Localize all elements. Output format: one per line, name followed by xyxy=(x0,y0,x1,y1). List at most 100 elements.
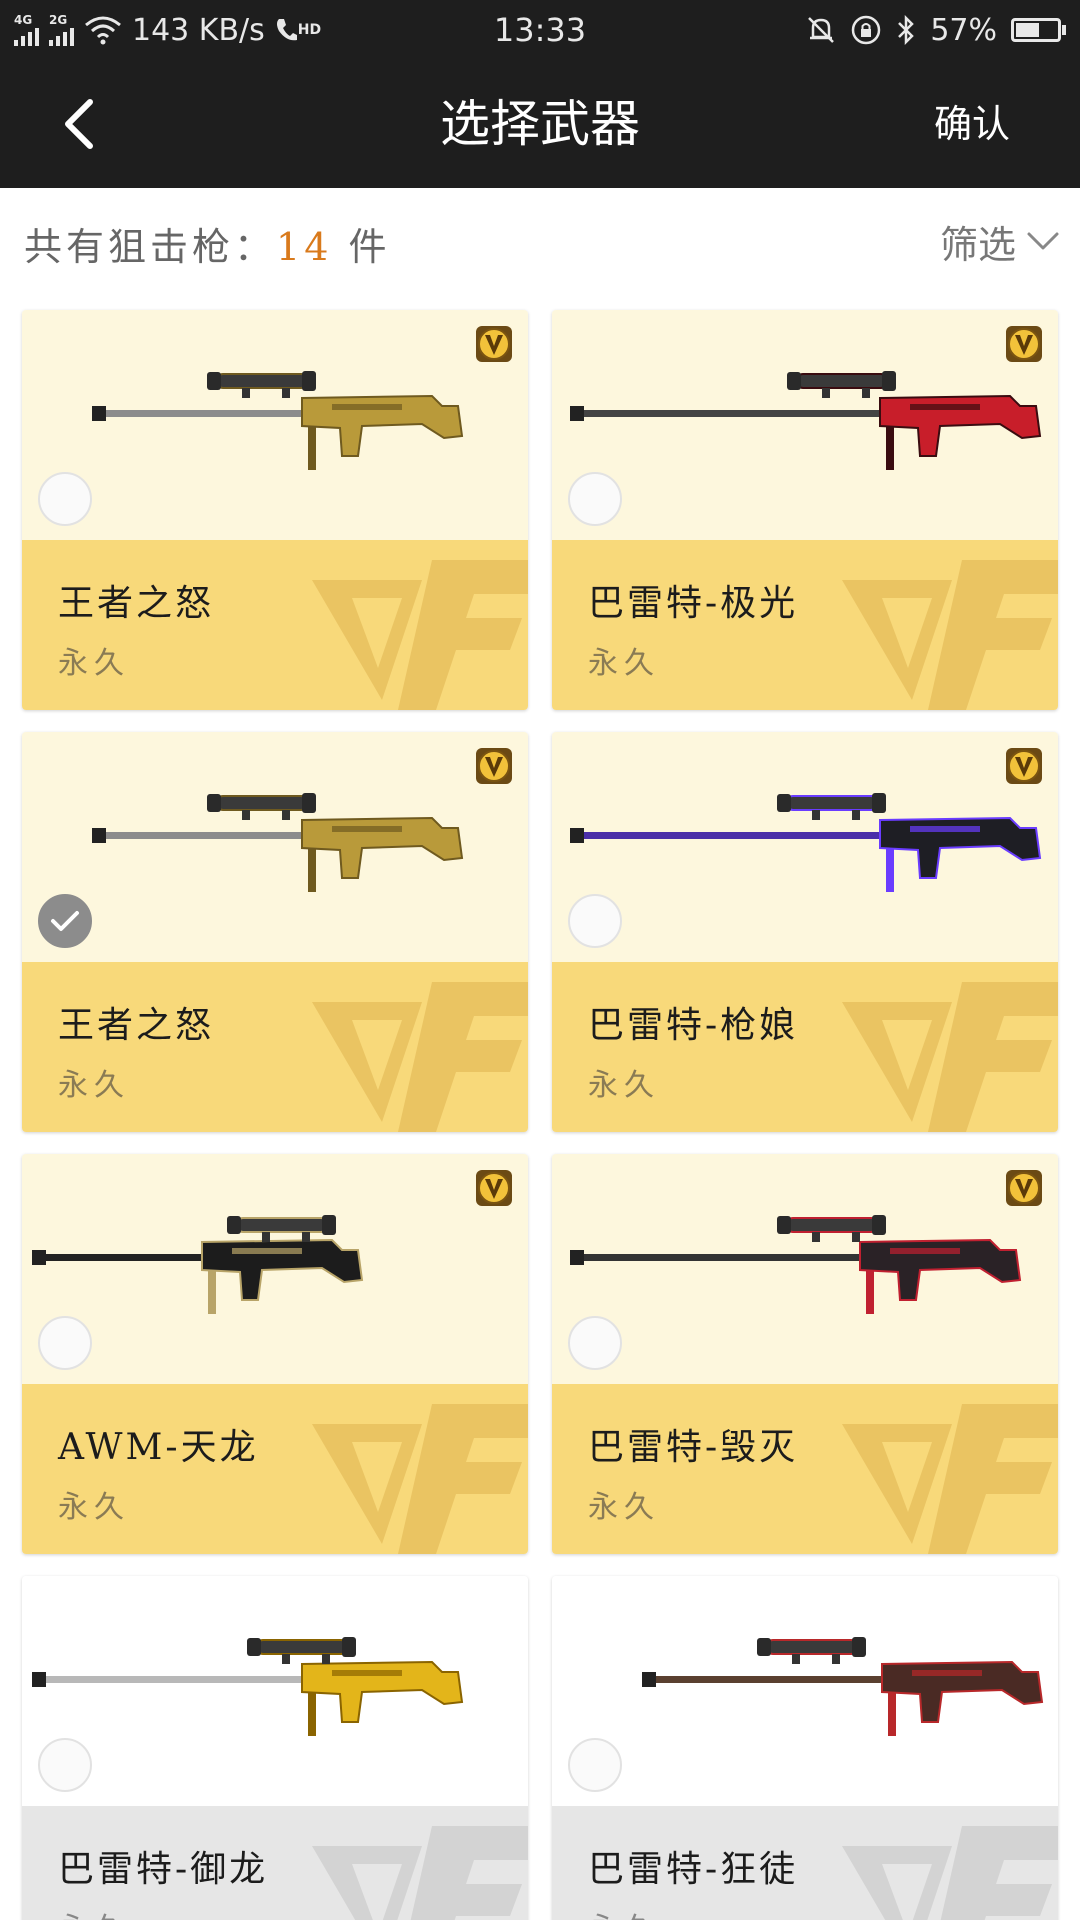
weapon-name: 巴雷特-极光 xyxy=(588,583,799,624)
filter-row: 共有狙击枪：14 件 筛选 xyxy=(0,188,1080,298)
weapon-name: 王者之怒 xyxy=(58,583,215,624)
confirm-button[interactable]: 确认 xyxy=(934,94,1010,154)
weapon-info-area: 巴雷特-狂徒 永久 xyxy=(552,1806,1058,1920)
cf-watermark-icon xyxy=(842,560,1058,710)
weapon-name: 巴雷特-枪娘 xyxy=(588,1005,799,1046)
back-button[interactable] xyxy=(40,84,120,164)
weapon-info-area: 王者之怒 永久 xyxy=(22,540,528,710)
weapon-card[interactable]: 巴雷特-枪娘 永久 xyxy=(552,732,1058,1132)
weapon-info-area: AWM-天龙 永久 xyxy=(22,1384,528,1554)
cf-watermark-icon xyxy=(842,982,1058,1132)
cf-watermark-icon xyxy=(842,1404,1058,1554)
weapon-name: 王者之怒 xyxy=(58,1005,215,1046)
filter-button[interactable]: 筛选 xyxy=(940,214,1060,269)
weapon-name: 巴雷特-狂徒 xyxy=(588,1849,799,1890)
weapon-card[interactable]: 王者之怒 永久 xyxy=(22,310,528,710)
red-black-rifle-icon xyxy=(642,1637,1044,1736)
weapon-duration: 永久 xyxy=(58,1490,130,1525)
filter-label: 筛选 xyxy=(939,223,1016,267)
hd-label: HD xyxy=(297,22,322,38)
dark-red-sniper-rifle-icon xyxy=(570,1215,1022,1314)
black-awm-rifle-icon xyxy=(32,1215,364,1314)
weapon-duration: 永久 xyxy=(58,646,130,681)
mute-bell-icon xyxy=(808,17,835,43)
vip-badge-icon xyxy=(1006,1170,1042,1206)
weapon-name: 巴雷特-毁灭 xyxy=(588,1427,799,1468)
vip-badge-icon xyxy=(476,748,512,784)
cf-watermark-icon xyxy=(842,1826,1058,1920)
checkmark-icon xyxy=(51,911,79,931)
weapon-image-area xyxy=(552,1576,1058,1806)
weapon-info-area: 巴雷特-极光 永久 xyxy=(552,540,1058,710)
wifi-icon xyxy=(85,16,121,45)
weapon-duration: 永久 xyxy=(588,1490,660,1525)
weapon-card[interactable]: 巴雷特-御龙 永久 xyxy=(22,1576,528,1920)
weapon-duration: 永久 xyxy=(588,1904,660,1920)
select-radio[interactable] xyxy=(38,894,92,948)
weapon-info-area: 巴雷特-毁灭 永久 xyxy=(552,1384,1058,1554)
status-right: 57% xyxy=(806,8,1066,52)
weapon-image-area xyxy=(552,732,1058,962)
battery-icon xyxy=(1011,18,1066,42)
weapon-info-area: 王者之怒 永久 xyxy=(22,962,528,1132)
weapon-card[interactable]: 王者之怒 永久 xyxy=(22,732,528,1132)
gold-dragon-rifle-icon xyxy=(32,1637,464,1736)
gold-sniper-rifle-icon xyxy=(92,793,464,892)
select-radio[interactable] xyxy=(38,472,92,526)
red-sniper-rifle-icon xyxy=(570,371,1042,470)
battery-percent: 57% xyxy=(930,12,997,48)
weapon-count: 共有狙击枪：14 件 xyxy=(24,216,390,271)
weapon-image-area xyxy=(22,1154,528,1384)
chevron-down-icon xyxy=(1027,232,1059,249)
purple-sniper-rifle-icon xyxy=(570,793,1042,892)
weapon-duration: 永久 xyxy=(58,1068,130,1103)
chevron-left-icon xyxy=(65,99,93,149)
signal-2g-icon: 2G xyxy=(49,14,74,46)
weapon-card[interactable]: 巴雷特-毁灭 永久 xyxy=(552,1154,1058,1554)
weapon-duration: 永久 xyxy=(588,646,660,681)
weapon-image-area xyxy=(552,1154,1058,1384)
hd-call-icon: HD xyxy=(275,17,321,43)
weapon-duration: 永久 xyxy=(588,1068,660,1103)
select-radio[interactable] xyxy=(568,894,622,948)
weapon-grid: 王者之怒 永久 巴雷特-极光 永久 王者之怒 永久 巴雷特-枪娘 永久 AWM-… xyxy=(22,310,1058,1920)
select-radio[interactable] xyxy=(568,1316,622,1370)
select-radio[interactable] xyxy=(38,1738,92,1792)
bluetooth-icon xyxy=(898,15,915,45)
weapon-card[interactable]: 巴雷特-极光 永久 xyxy=(552,310,1058,710)
vip-badge-icon xyxy=(1006,326,1042,362)
network-speed: 143 KB/s xyxy=(132,12,265,48)
weapon-image-area xyxy=(22,732,528,962)
cf-watermark-icon xyxy=(312,982,528,1132)
battery-level xyxy=(1016,23,1039,37)
weapon-duration: 永久 xyxy=(58,1904,130,1920)
count-value: 14 xyxy=(276,225,333,269)
cf-watermark-icon xyxy=(312,1826,528,1920)
network-label-2: 2G xyxy=(49,13,68,27)
weapon-image-area xyxy=(552,310,1058,540)
signal-4g-icon: 4G xyxy=(14,14,39,46)
count-prefix: 共有狙击枪： xyxy=(24,225,277,269)
vip-badge-icon xyxy=(476,1170,512,1206)
weapon-info-area: 巴雷特-枪娘 永久 xyxy=(552,962,1058,1132)
status-left: 4G 2G 143 KB/s HD xyxy=(14,8,321,52)
weapon-name: 巴雷特-御龙 xyxy=(58,1849,269,1890)
cf-watermark-icon xyxy=(312,560,528,710)
page-title: 选择武器 xyxy=(440,95,640,153)
status-bar: 4G 2G 143 KB/s HD 13:33 57% xyxy=(0,0,1080,60)
weapon-name: AWM-天龙 xyxy=(58,1427,259,1468)
header-bar: 选择武器 确认 xyxy=(0,60,1080,188)
select-radio[interactable] xyxy=(568,472,622,526)
gold-sniper-rifle-icon xyxy=(92,371,464,470)
network-label-1: 4G xyxy=(14,13,33,27)
weapon-card[interactable]: 巴雷特-狂徒 永久 xyxy=(552,1576,1058,1920)
weapon-image-area xyxy=(22,310,528,540)
rotation-lock-icon xyxy=(852,15,881,45)
select-radio[interactable] xyxy=(568,1738,622,1792)
cf-watermark-icon xyxy=(312,1404,528,1554)
weapon-info-area: 巴雷特-御龙 永久 xyxy=(22,1806,528,1920)
vip-badge-icon xyxy=(1006,748,1042,784)
select-radio[interactable] xyxy=(38,1316,92,1370)
vip-badge-icon xyxy=(476,326,512,362)
weapon-card[interactable]: AWM-天龙 永久 xyxy=(22,1154,528,1554)
